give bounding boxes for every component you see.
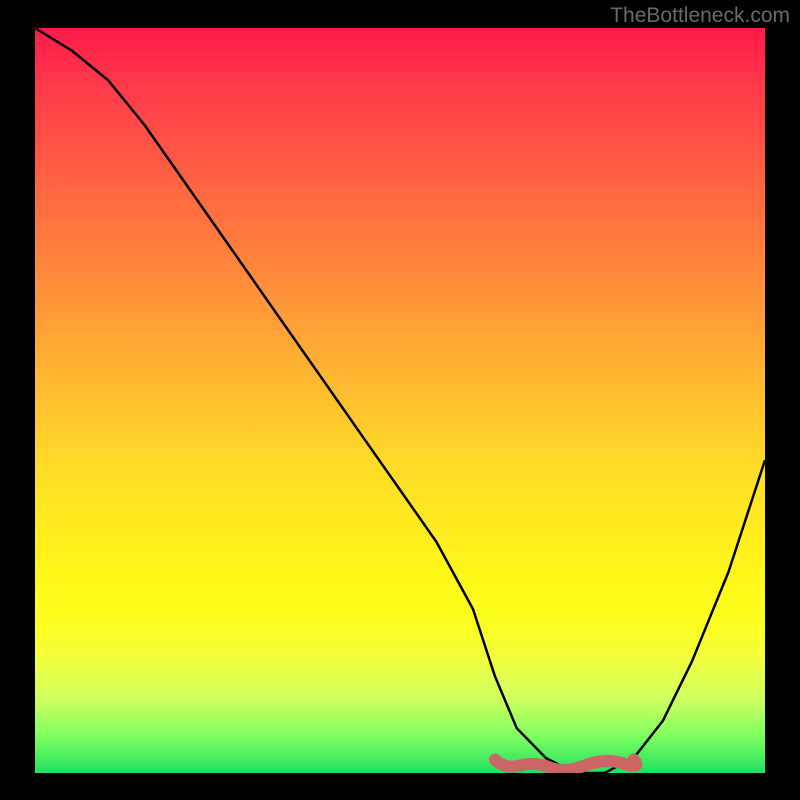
chart-plot-area xyxy=(35,28,765,773)
bottleneck-curve-line xyxy=(35,28,765,773)
watermark-text: TheBottleneck.com xyxy=(610,4,790,28)
chart-svg xyxy=(35,28,765,773)
minimum-marker xyxy=(495,760,636,771)
